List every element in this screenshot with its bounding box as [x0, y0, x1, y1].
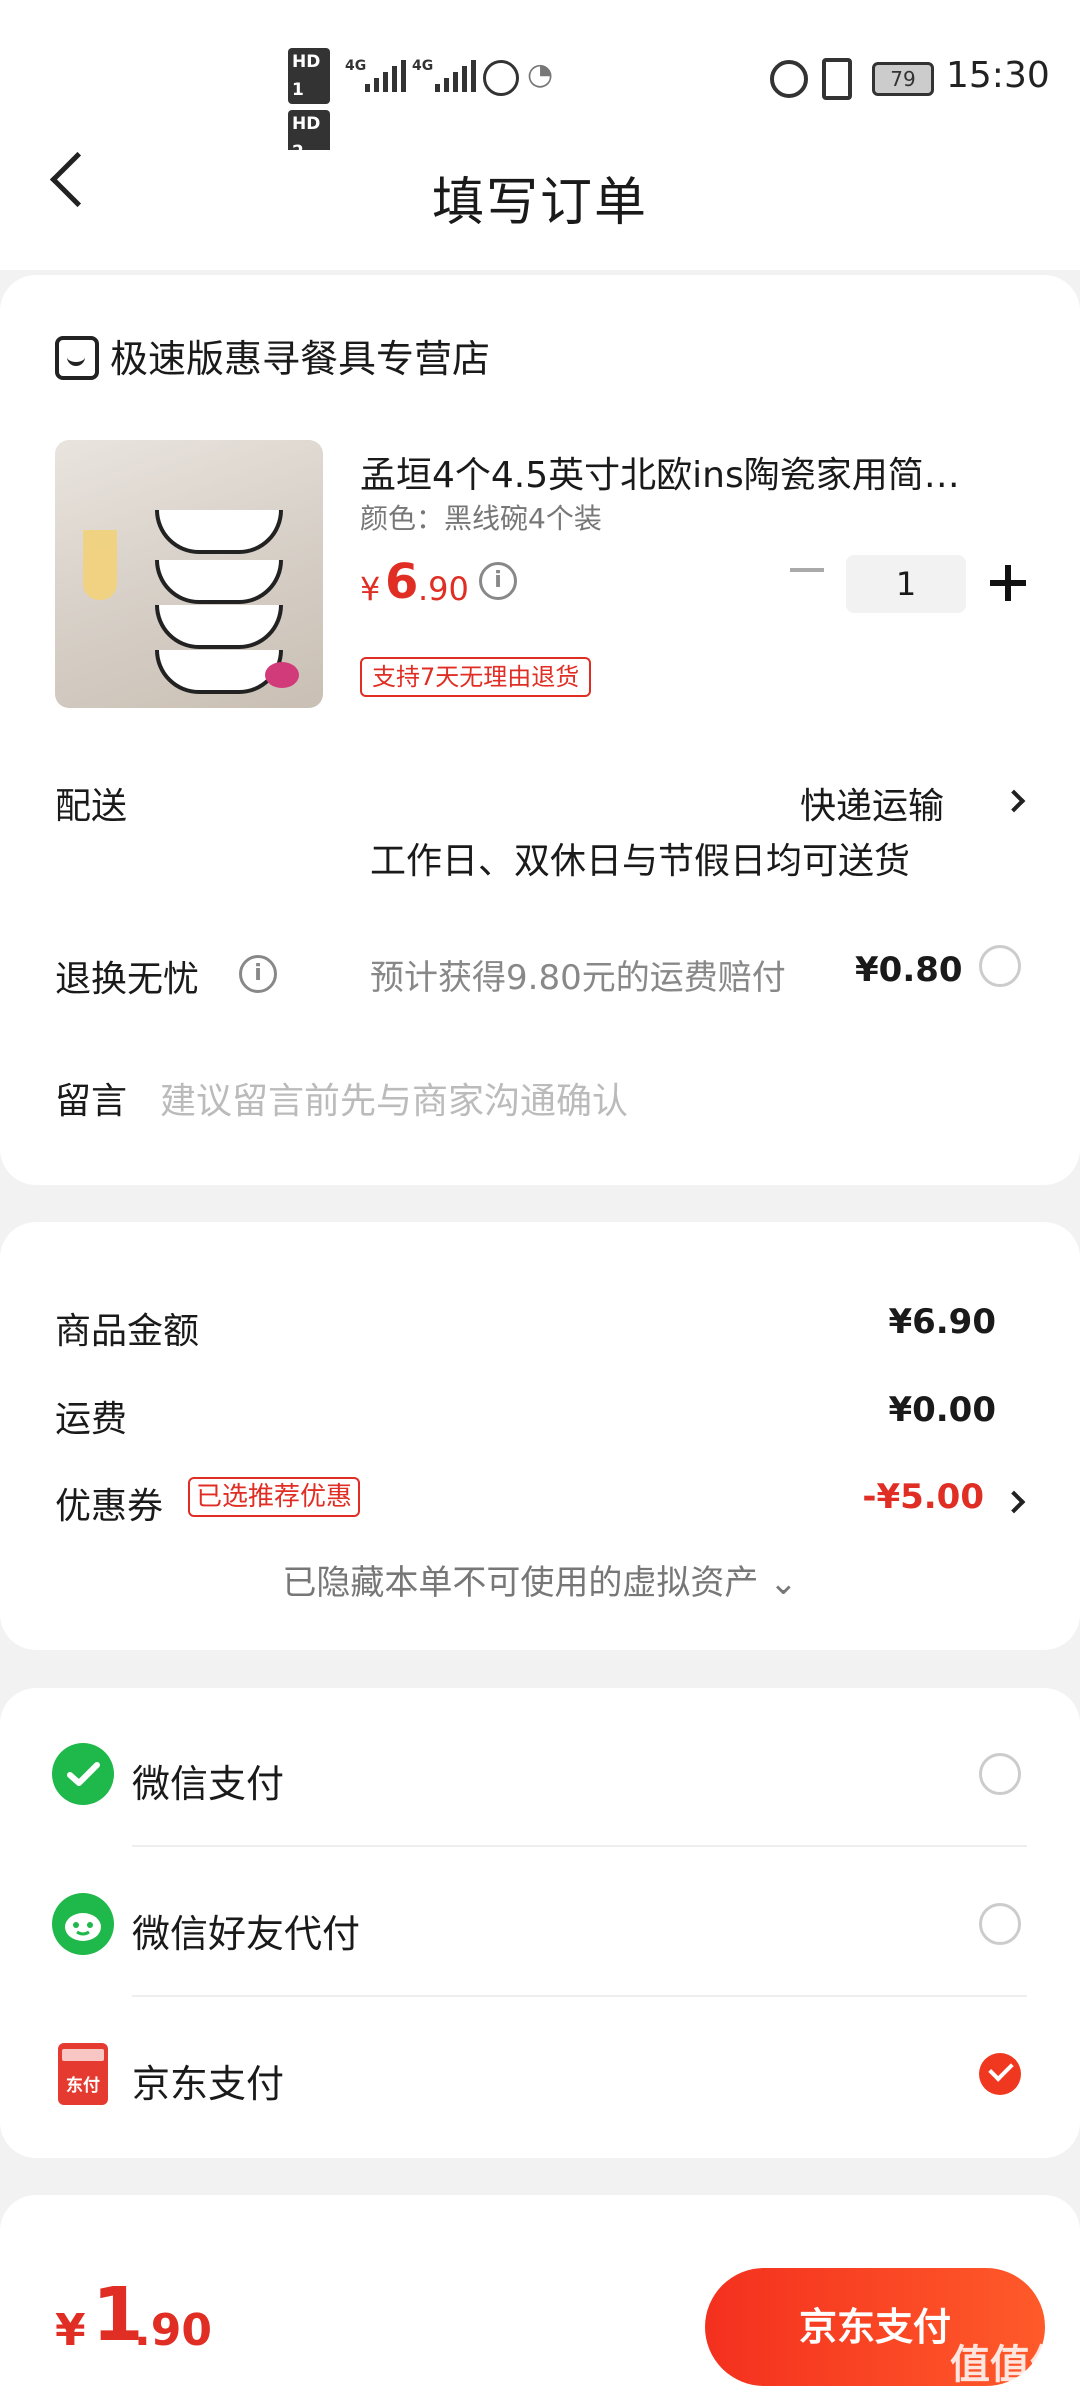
- return-insurance-info-icon[interactable]: i: [239, 955, 277, 993]
- product-image-bowl: [155, 605, 283, 649]
- quantity-plus-button[interactable]: [990, 565, 1026, 601]
- payment-method-label[interactable]: 微信支付: [132, 1753, 284, 1808]
- product-image[interactable]: [55, 440, 323, 708]
- quantity-minus-button[interactable]: [790, 568, 824, 572]
- product-image-bowl: [155, 650, 283, 694]
- product-image-flower: [265, 662, 299, 688]
- product-title[interactable]: 孟垣4个4.5英寸北欧ins陶瓷家用简…: [360, 446, 1000, 498]
- network-type-1: 4G: [345, 58, 367, 74]
- product-image-bowl: [155, 510, 283, 554]
- return-insurance-radio[interactable]: [979, 945, 1021, 987]
- price-info-icon[interactable]: i: [479, 562, 517, 600]
- battery-icon: 79: [872, 62, 934, 96]
- shipping-fee-label: 运费: [55, 1399, 128, 1440]
- return-insurance-price: ¥0.80: [855, 950, 963, 990]
- return-insurance-label: 退换无忧: [55, 959, 200, 1000]
- divider: [132, 1845, 1027, 1847]
- coupon-value[interactable]: -¥5.00: [862, 1477, 984, 1517]
- return-policy-badge: 支持7天无理由退货: [360, 657, 592, 697]
- shipping-fee-value: ¥0.00: [888, 1390, 996, 1430]
- signal-icon: [435, 60, 476, 92]
- wechat-friend-pay-icon: [52, 1893, 114, 1955]
- delivery-label: 配送: [55, 786, 128, 827]
- divider: [132, 1995, 1027, 1997]
- total-symbol: ¥: [55, 2305, 86, 2356]
- hand-icon: [483, 60, 519, 96]
- message-label: 留言: [55, 1081, 128, 1122]
- network-type-2: 4G: [412, 58, 434, 74]
- jd-pay-icon: 东付: [58, 2043, 108, 2105]
- alarm-icon: [770, 60, 808, 98]
- payment-method-label[interactable]: 京东支付: [132, 2053, 284, 2108]
- message-input[interactable]: 建议留言前先与商家沟通确认: [160, 1072, 628, 1124]
- vibrate-icon: [822, 58, 852, 100]
- store-name[interactable]: 极速版惠寻餐具专营店: [110, 328, 490, 383]
- coupon-label: 优惠券: [55, 1486, 164, 1527]
- hidden-assets-toggle[interactable]: 已隐藏本单不可使用的虚拟资产 ⌄: [0, 1555, 1080, 1604]
- hd-1-badge: HD 1: [288, 48, 330, 104]
- order-card: [0, 275, 1080, 1185]
- wifi-icon: ◔: [527, 57, 554, 92]
- coupon-badge: 已选推荐优惠: [188, 1477, 361, 1517]
- price-integer: 6: [385, 554, 419, 610]
- signal-icon: [365, 60, 406, 92]
- page-title: 填写订单: [431, 173, 648, 233]
- wechat-pay-radio[interactable]: [979, 1753, 1021, 1795]
- payment-method-label[interactable]: 微信好友代付: [132, 1903, 360, 1958]
- price-symbol: ¥: [360, 570, 381, 608]
- jd-pay-icon-text: 东付: [66, 2076, 100, 2096]
- product-image-bowl: [155, 560, 283, 604]
- store-icon: [55, 336, 99, 380]
- goods-amount-label: 商品金额: [55, 1311, 200, 1352]
- clock: 15:30: [946, 55, 1050, 96]
- price-decimal: .90: [418, 570, 469, 608]
- total-decimal: .90: [134, 2305, 212, 2356]
- quantity-input[interactable]: 1: [846, 555, 966, 613]
- watermark: 值值值: [950, 2342, 1070, 2388]
- product-image-glass: [83, 530, 117, 600]
- wechat-pay-icon: [52, 1743, 114, 1805]
- delivery-desc: 工作日、双休日与节假日均可送货: [370, 841, 911, 882]
- goods-amount-value: ¥6.90: [888, 1302, 996, 1342]
- jd-pay-radio[interactable]: [979, 2053, 1021, 2095]
- return-insurance-desc: 预计获得9.80元的运费赔付: [370, 958, 786, 998]
- wechat-friend-pay-radio[interactable]: [979, 1903, 1021, 1945]
- delivery-type[interactable]: 快递运输: [800, 777, 944, 829]
- product-spec: 颜色：黑线碗4个装: [360, 502, 602, 535]
